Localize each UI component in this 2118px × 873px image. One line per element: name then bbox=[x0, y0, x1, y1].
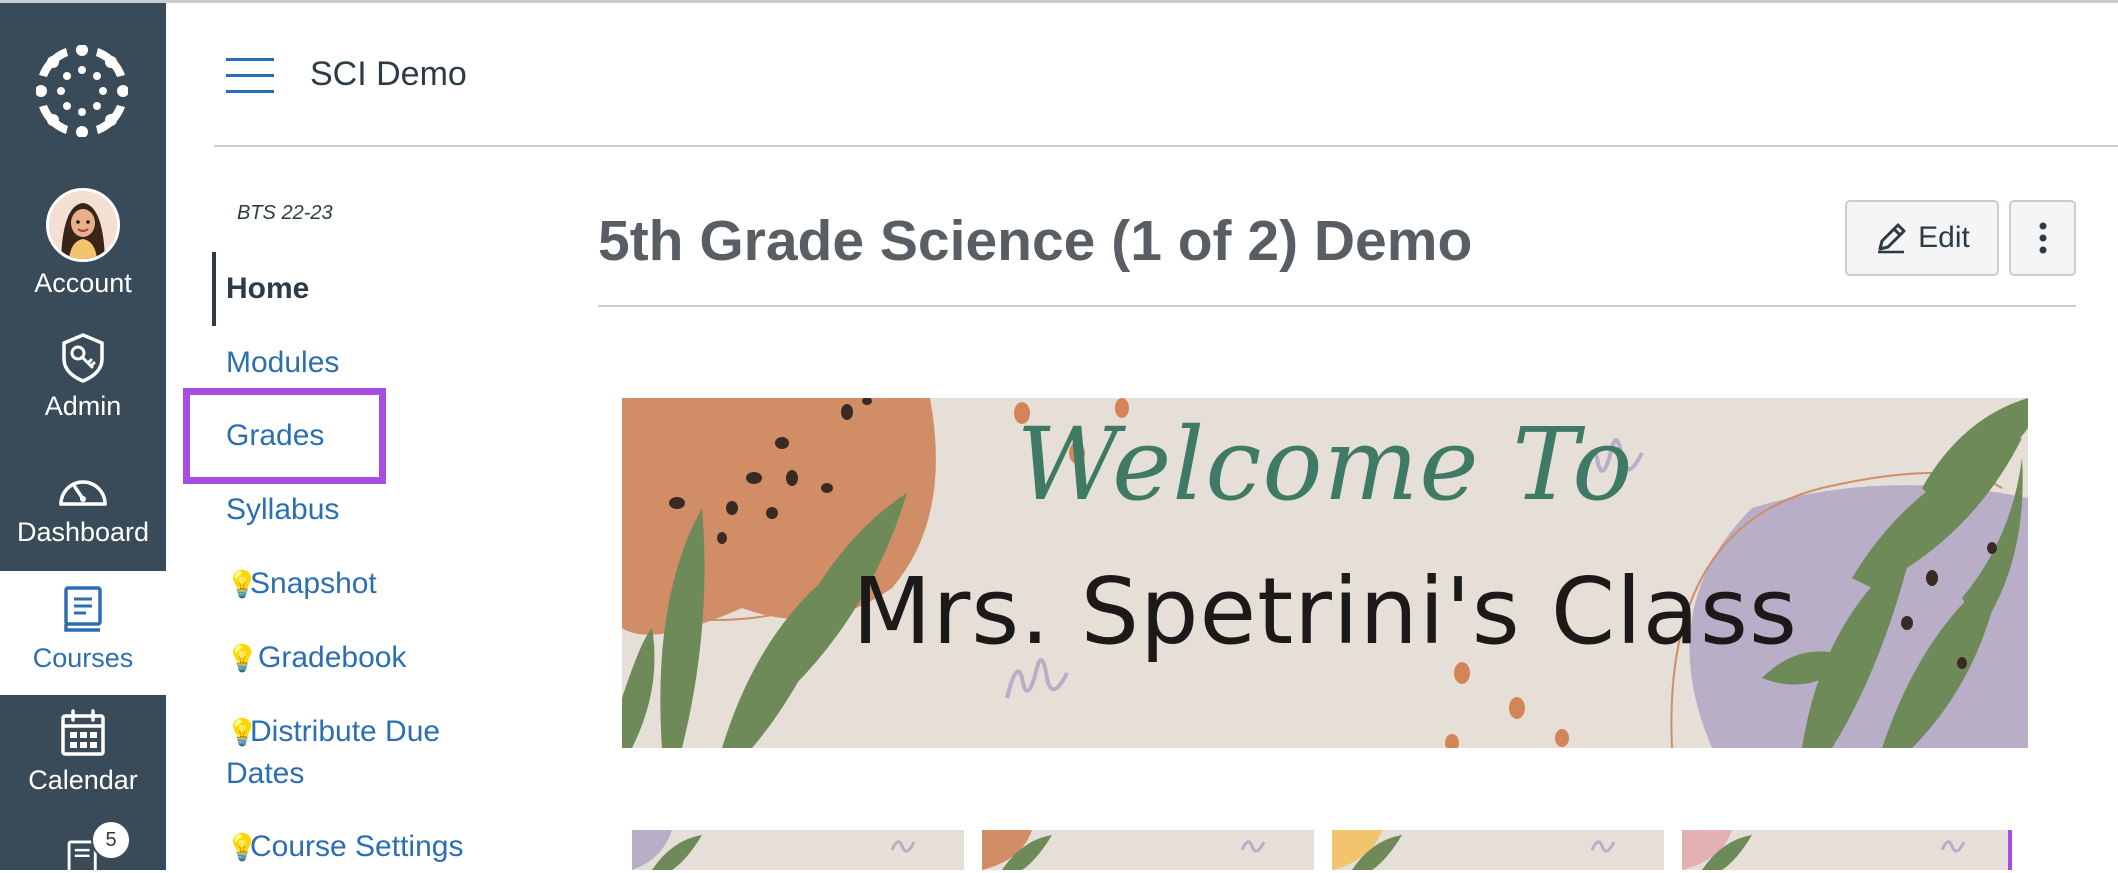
banner-welcome-text: Welcome To bbox=[1016, 406, 1634, 523]
page-title: 5th Grade Science (1 of 2) Demo bbox=[598, 209, 1473, 273]
course-nav-snapshot-label: Snapshot bbox=[250, 567, 377, 600]
hamburger-menu-icon[interactable] bbox=[226, 58, 274, 94]
nav-admin[interactable]: Admin bbox=[0, 333, 166, 443]
lightbulb-icon: 💡 bbox=[226, 832, 259, 862]
book-icon bbox=[64, 586, 102, 632]
dashboard-gauge-icon bbox=[59, 480, 107, 506]
thumbnail-card[interactable] bbox=[982, 830, 1314, 870]
lightbulb-icon: 💡 bbox=[226, 569, 259, 599]
thumbnail-card[interactable] bbox=[1332, 830, 1664, 870]
unread-count-badge: 5 bbox=[91, 820, 131, 860]
nav-account-label: Account bbox=[34, 268, 132, 298]
course-nav-syllabus[interactable]: Syllabus bbox=[226, 489, 339, 530]
global-navigation: Account Admin Dashboard Courses Calendar… bbox=[0, 3, 166, 873]
breadcrumb-course-title[interactable]: SCI Demo bbox=[310, 55, 467, 94]
nav-calendar[interactable]: Calendar bbox=[0, 709, 166, 819]
nav-courses-label: Courses bbox=[32, 643, 134, 673]
course-nav-distribute-due-dates-label: Distribute Due Dates bbox=[226, 715, 441, 790]
grades-highlight-box bbox=[183, 388, 386, 484]
course-nav-distribute-due-dates[interactable]: 💡Distribute Due Dates bbox=[226, 711, 526, 794]
lightbulb-icon: 💡 bbox=[226, 717, 259, 747]
nav-admin-label: Admin bbox=[44, 391, 122, 421]
nav-inbox[interactable]: 5 bbox=[0, 820, 166, 873]
edit-button[interactable]: Edit bbox=[1845, 200, 1999, 276]
edit-button-label: Edit bbox=[1918, 221, 1970, 254]
course-nav-snapshot[interactable]: 💡Snapshot bbox=[226, 563, 377, 605]
course-nav-course-settings-label: Course Settings bbox=[250, 830, 464, 863]
term-label: BTS 22-23 bbox=[237, 202, 333, 224]
kebab-menu-icon bbox=[2039, 222, 2046, 254]
header-divider bbox=[214, 145, 2118, 147]
title-divider bbox=[598, 305, 2076, 307]
nav-courses[interactable]: Courses bbox=[0, 571, 166, 695]
nav-account[interactable]: Account bbox=[0, 188, 166, 308]
course-nav-course-settings[interactable]: 💡Course Settings bbox=[226, 826, 463, 868]
course-nav-gradebook[interactable]: 💡Gradebook bbox=[226, 637, 406, 679]
more-options-button[interactable] bbox=[2009, 200, 2076, 276]
nav-dashboard[interactable]: Dashboard bbox=[0, 473, 166, 573]
nav-calendar-label: Calendar bbox=[28, 765, 138, 795]
course-nav-home[interactable]: Home bbox=[226, 268, 309, 309]
pencil-icon bbox=[1878, 223, 1906, 254]
lightbulb-icon: 💡 bbox=[226, 643, 259, 673]
calendar-icon bbox=[61, 709, 105, 756]
avatar bbox=[46, 188, 120, 262]
nav-dashboard-label: Dashboard bbox=[16, 517, 150, 547]
shield-key-icon bbox=[62, 333, 104, 383]
active-indicator bbox=[212, 252, 216, 326]
course-nav-modules[interactable]: Modules bbox=[226, 342, 339, 383]
banner-class-name: Mrs. Spetrini's Class bbox=[852, 558, 1798, 665]
course-nav-gradebook-label: Gradebook bbox=[258, 641, 407, 674]
welcome-banner: Welcome To Mrs. Spetrini's Class bbox=[622, 398, 2028, 748]
thumbnail-card[interactable] bbox=[632, 830, 964, 870]
thumbnail-card[interactable] bbox=[1682, 830, 2012, 870]
top-border bbox=[0, 0, 2118, 3]
canvas-logo-icon[interactable] bbox=[36, 45, 128, 137]
